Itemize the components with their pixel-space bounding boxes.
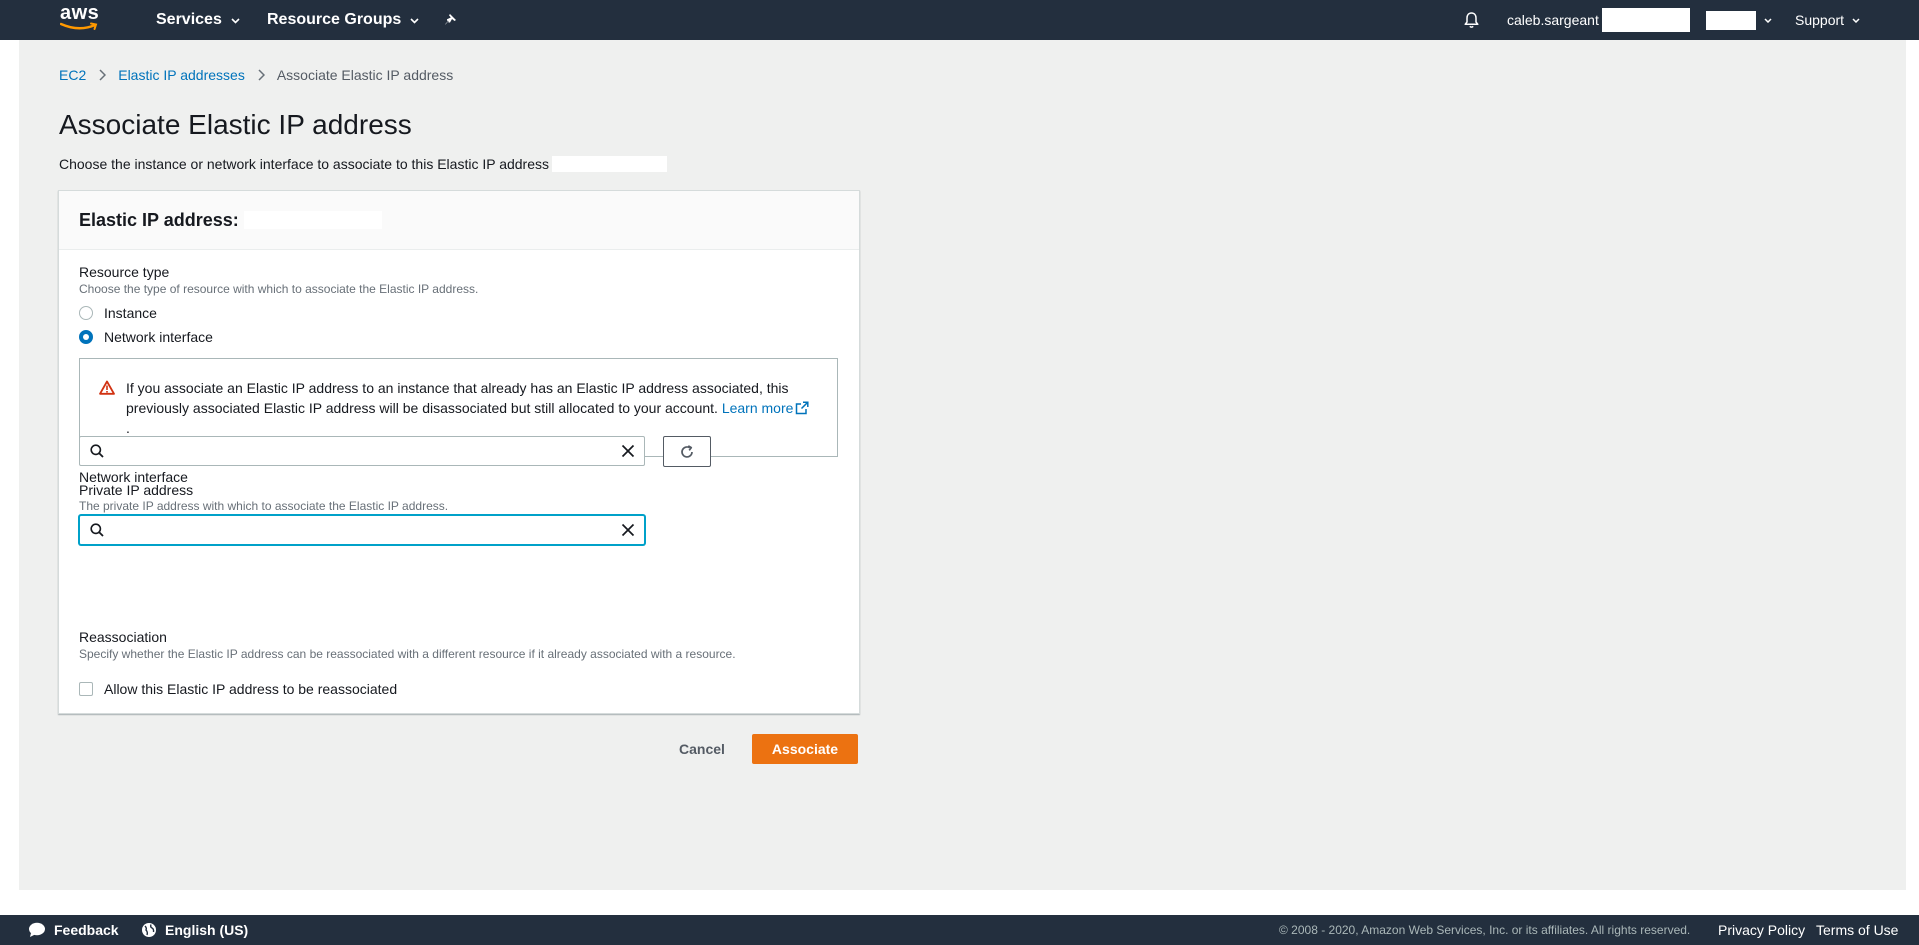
radio-network-interface[interactable]: Network interface	[79, 329, 213, 345]
refresh-button[interactable]	[663, 436, 711, 467]
page-title: Associate Elastic IP address	[59, 109, 412, 140]
region-menu[interactable]	[1706, 0, 1772, 40]
globe-icon	[141, 922, 157, 938]
redacted-elastic-ip	[243, 211, 382, 229]
language-label: English (US)	[165, 922, 249, 938]
breadcrumb-ec2[interactable]: EC2	[59, 67, 86, 83]
aws-logo-text: aws	[60, 2, 100, 24]
network-interface-input[interactable]	[112, 439, 606, 465]
radio-instance-label: Instance	[104, 305, 157, 321]
reassociation-checkbox[interactable]	[79, 682, 93, 696]
refresh-icon	[679, 444, 695, 460]
reassociation-description: Specify whether the Elastic IP address c…	[79, 647, 736, 661]
card-header-label: Elastic IP address:	[79, 209, 239, 230]
cancel-button[interactable]: Cancel	[669, 734, 735, 764]
search-icon	[90, 523, 104, 542]
caret-down-icon	[231, 11, 240, 29]
clear-icon[interactable]	[621, 444, 635, 463]
private-ip-description: The private IP address with which to ass…	[79, 499, 449, 513]
feedback-icon	[28, 922, 46, 938]
associate-button[interactable]: Associate	[752, 734, 858, 764]
copyright-text: © 2008 - 2020, Amazon Web Services, Inc.…	[1279, 923, 1691, 937]
privacy-policy-link[interactable]: Privacy Policy	[1718, 915, 1805, 945]
breadcrumb-elastic-ip-addresses[interactable]: Elastic IP addresses	[118, 67, 245, 83]
private-ip-label: Private IP address	[79, 482, 194, 498]
username: caleb.sargeant	[1507, 12, 1599, 28]
learn-more-label: Learn more	[721, 400, 794, 416]
alert-message: If you associate an Elastic IP address t…	[126, 380, 789, 416]
external-link-icon	[796, 401, 809, 415]
feedback-button[interactable]: Feedback	[28, 915, 119, 945]
services-menu[interactable]: Services	[156, 0, 240, 40]
reassociation-checkbox-row[interactable]: Allow this Elastic IP address to be reas…	[79, 681, 397, 697]
aws-logo[interactable]: aws	[58, 2, 102, 34]
redacted-elastic-ip	[552, 156, 667, 172]
main-content: EC2 Elastic IP addresses Associate Elast…	[19, 40, 1906, 890]
feedback-label: Feedback	[54, 922, 119, 938]
chevron-right-icon	[258, 69, 265, 81]
resource-groups-menu[interactable]: Resource Groups	[267, 0, 419, 40]
aws-smile-icon	[60, 22, 98, 30]
card-header: Elastic IP address:	[59, 191, 859, 250]
bell-icon[interactable]	[1463, 0, 1480, 40]
resource-groups-label: Resource Groups	[267, 11, 402, 28]
resource-type-label: Resource type	[79, 264, 170, 280]
chevron-right-icon	[99, 69, 107, 81]
language-selector[interactable]: English (US)	[141, 915, 248, 945]
learn-more-link[interactable]: Learn more	[722, 400, 810, 416]
account-menu[interactable]: caleb.sargeant	[1507, 0, 1690, 40]
terms-of-use-link[interactable]: Terms of Use	[1816, 915, 1898, 945]
elastic-ip-card: Elastic IP address: Resource type Choose…	[58, 190, 860, 714]
pin-icon[interactable]	[444, 0, 458, 40]
caret-down-icon	[410, 11, 419, 29]
caret-down-icon	[1764, 17, 1772, 23]
alert-trailing-period: .	[126, 420, 130, 436]
redacted-account-id	[1601, 8, 1690, 32]
network-interface-search[interactable]	[79, 436, 645, 466]
warning-alert-text: If you associate an Elastic IP address t…	[126, 378, 826, 438]
private-ip-input[interactable]	[112, 518, 606, 544]
services-label: Services	[156, 11, 222, 28]
reassociation-checkbox-label: Allow this Elastic IP address to be reas…	[104, 681, 398, 697]
redacted-region	[1706, 10, 1756, 30]
radio-button-selected[interactable]	[79, 330, 93, 344]
caret-down-icon	[1852, 17, 1860, 23]
radio-network-interface-label: Network interface	[104, 329, 213, 345]
radio-button[interactable]	[79, 306, 93, 320]
support-menu[interactable]: Support	[1795, 0, 1860, 40]
top-navigation: aws Services Resource Groups caleb.sarge…	[0, 0, 1919, 40]
radio-instance[interactable]: Instance	[79, 305, 157, 321]
search-icon	[90, 444, 104, 463]
page-description: Choose the instance or network interface…	[59, 156, 667, 172]
reassociation-label: Reassociation	[79, 629, 167, 645]
page-description-text: Choose the instance or network interface…	[59, 156, 549, 172]
breadcrumb-current: Associate Elastic IP address	[276, 67, 454, 83]
private-ip-search[interactable]	[79, 515, 645, 545]
breadcrumb: EC2 Elastic IP addresses Associate Elast…	[59, 67, 453, 83]
warning-icon	[99, 380, 115, 400]
support-label: Support	[1795, 12, 1845, 28]
footer: Feedback English (US) © 2008 - 2020, Ama…	[0, 915, 1919, 945]
clear-icon[interactable]	[621, 523, 635, 542]
resource-type-description: Choose the type of resource with which t…	[79, 282, 479, 296]
